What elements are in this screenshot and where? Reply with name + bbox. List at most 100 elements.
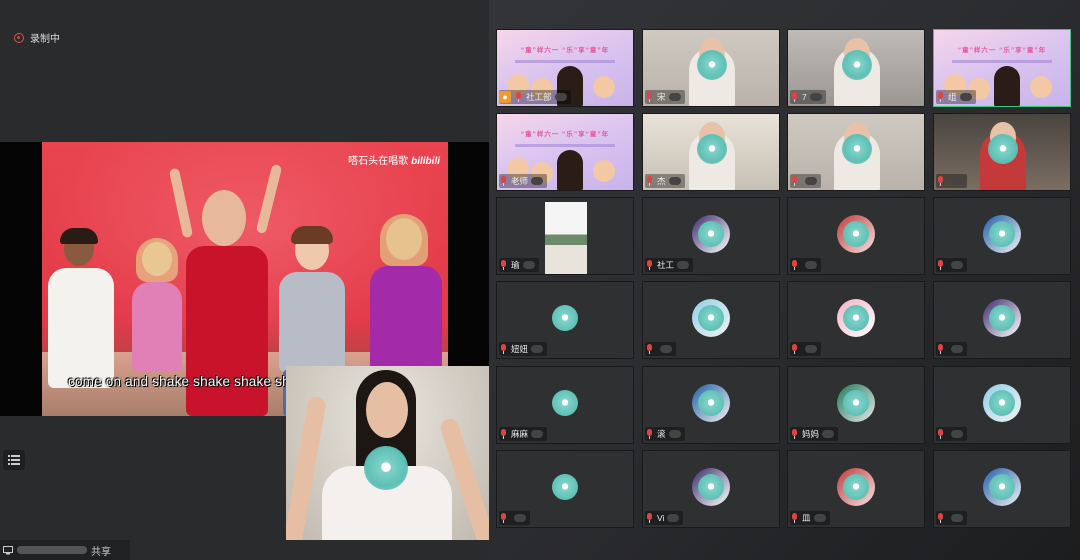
participant-avatar	[546, 299, 584, 337]
participant-name-tag	[936, 427, 967, 441]
participant-name-tag: 皿	[790, 511, 830, 525]
redacted-name	[668, 93, 681, 101]
mic-muted-icon	[645, 429, 654, 439]
privacy-blur	[843, 474, 869, 500]
mic-muted-icon	[514, 92, 523, 102]
mic-muted-icon	[936, 92, 945, 102]
redacted-name	[951, 177, 963, 185]
participant-tile[interactable]	[642, 281, 780, 359]
participant-tile[interactable]: 妈妈	[787, 366, 925, 444]
mic-muted-icon	[499, 260, 508, 270]
participant-name: 组	[948, 92, 957, 102]
participant-tile[interactable]	[933, 450, 1071, 528]
participant-avatar	[692, 468, 730, 506]
participant-name-tag: 妈妈	[790, 427, 839, 441]
mic-muted-icon	[645, 260, 654, 270]
participant-name: 社工部	[526, 92, 552, 102]
mic-muted-icon	[790, 513, 799, 523]
participant-name-tag: 社工	[645, 258, 694, 272]
participant-tile[interactable]	[496, 450, 634, 528]
redacted-name	[514, 514, 526, 522]
participant-name-tag	[936, 511, 967, 525]
redacted-name	[660, 345, 672, 353]
poster-illustration	[593, 160, 615, 182]
participant-tile[interactable]: 皿	[787, 450, 925, 528]
mic-muted-icon	[936, 429, 945, 439]
participant-avatar	[837, 468, 875, 506]
poster-subtitle-bar	[952, 60, 1052, 63]
participant-tile[interactable]: 杰	[642, 113, 780, 191]
mic-muted-icon	[645, 344, 654, 354]
mic-muted-icon	[645, 176, 654, 186]
participant-name: 7	[802, 92, 807, 102]
participant-avatar	[837, 215, 875, 253]
participant-tile[interactable]: 社工	[642, 197, 780, 275]
redacted-name	[668, 177, 681, 185]
mic-muted-icon	[790, 92, 799, 102]
redacted-name	[951, 261, 963, 269]
participant-tile[interactable]: 麻麻	[496, 366, 634, 444]
redacted-name	[822, 430, 835, 438]
mic-muted-icon	[936, 513, 945, 523]
poster-title: “童”样六一 “乐”享“童”年	[520, 131, 610, 138]
participant-tile[interactable]: “童”样六一 “乐”享“童”年老师	[496, 113, 634, 191]
participant-tile[interactable]: 瑜	[496, 197, 634, 275]
participant-tile[interactable]	[933, 366, 1071, 444]
participant-name-tag: 组	[936, 90, 976, 104]
participant-name: 老师	[511, 176, 529, 186]
participant-name-tag: 老师	[499, 174, 548, 188]
video-watermark: 嗒石头在唱歌 bilibili	[348, 152, 440, 167]
watermark-text: 嗒石头在唱歌	[348, 156, 409, 167]
participant-name-tag: 滚	[645, 427, 685, 441]
redacted-name	[677, 261, 690, 269]
share-screen-icon	[3, 545, 13, 554]
privacy-blur	[843, 221, 869, 247]
participant-name-tag	[790, 174, 821, 188]
privacy-blur	[697, 134, 727, 164]
participant-tile[interactable]: “童”样六一 “乐”享“童”年 ● 社工部	[496, 29, 634, 107]
participant-video	[994, 66, 1020, 106]
redacted-name	[813, 514, 826, 522]
participant-tile[interactable]: 宋	[642, 29, 780, 107]
participant-tile[interactable]: 滚	[642, 366, 780, 444]
mic-muted-icon	[936, 344, 945, 354]
participant-avatar	[983, 215, 1021, 253]
participant-tile[interactable]: “童”样六一 “乐”享“童”年组	[933, 29, 1071, 107]
mic-muted-icon	[936, 260, 945, 270]
list-icon	[8, 455, 20, 465]
participant-name-tag: 7	[790, 90, 826, 104]
participant-tile[interactable]	[933, 197, 1071, 275]
participant-tile[interactable]	[933, 113, 1071, 191]
privacy-blur	[552, 474, 578, 500]
participant-tile[interactable]: 妞妞	[496, 281, 634, 359]
redacted-name	[805, 177, 817, 185]
recording-label: 录制中	[30, 34, 60, 45]
share-label: 共享	[91, 546, 111, 558]
participant-tile[interactable]	[787, 113, 925, 191]
poster-illustration	[593, 76, 615, 98]
participant-tile[interactable]	[933, 281, 1071, 359]
privacy-blur	[842, 50, 872, 80]
redacted-name	[951, 430, 963, 438]
record-icon	[14, 32, 24, 43]
participant-name-tag	[936, 258, 967, 272]
participant-name-tag: ● 社工部	[499, 90, 571, 104]
participant-tile[interactable]	[787, 197, 925, 275]
participant-name-tag	[936, 342, 967, 356]
screen-share-bar[interactable]: 共享	[0, 540, 130, 560]
participant-list-button[interactable]	[3, 450, 25, 470]
participant-name-tag	[645, 342, 676, 356]
self-video	[286, 366, 489, 540]
participant-tile[interactable]	[787, 281, 925, 359]
participant-name-tag	[790, 342, 821, 356]
privacy-blur	[698, 305, 724, 331]
poster-title: “童”样六一 “乐”享“童”年	[520, 47, 610, 54]
privacy-blur	[697, 50, 727, 80]
redacted-name	[668, 430, 681, 438]
privacy-blur	[989, 305, 1015, 331]
participant-tile[interactable]: Vi	[642, 450, 780, 528]
redacted-name	[951, 345, 963, 353]
participant-avatar	[546, 384, 584, 422]
participant-name: 麻麻	[511, 429, 529, 439]
participant-tile[interactable]: 7	[787, 29, 925, 107]
